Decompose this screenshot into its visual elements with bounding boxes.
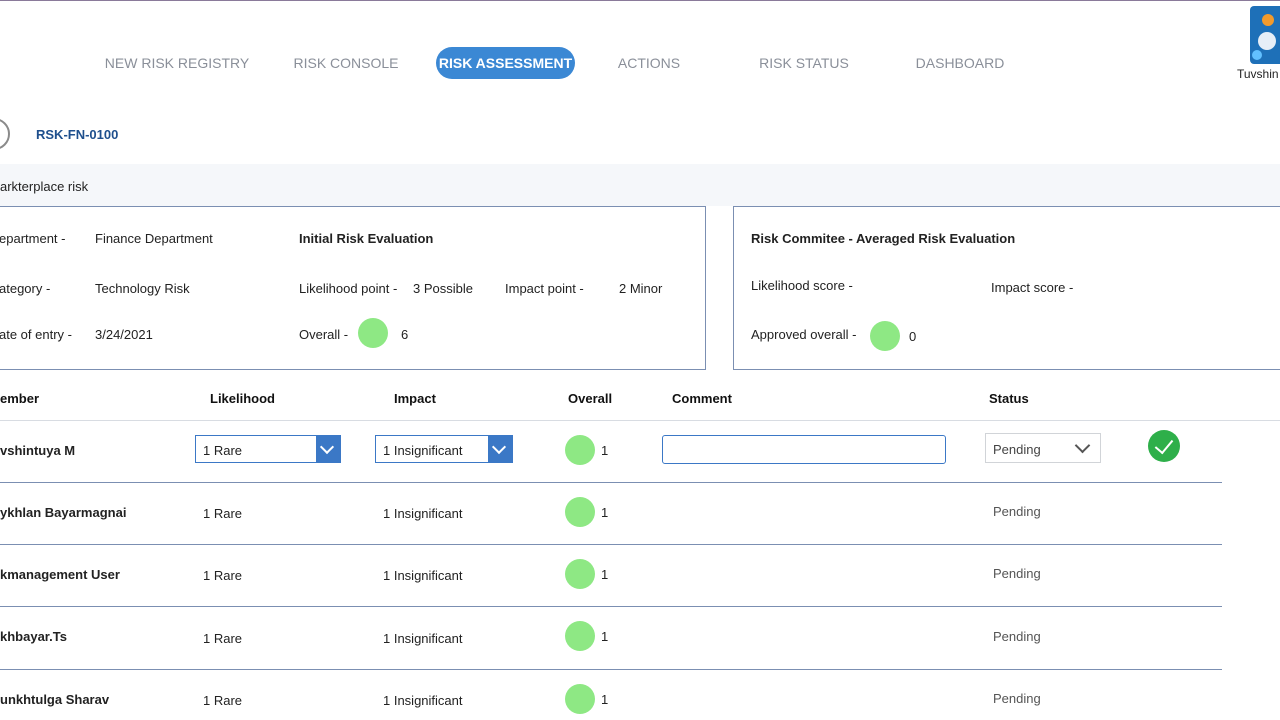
likelihood-value: 1 Rare [203,631,243,646]
user-avatar[interactable] [1250,6,1280,64]
status-value: Pending [993,691,1041,706]
approved-overall-label: Approved overall - [751,327,857,342]
committee-heading: Risk Commitee - Averaged Risk Evaluation [751,231,1016,246]
member-name: kmanagement User [0,567,120,582]
col-overall: Overall [568,391,613,406]
overall-score-indicator [565,684,595,714]
initial-evaluation-heading: Initial Risk Evaluation [299,231,434,246]
user-name: Tuvshin [1237,67,1279,81]
overall-score-indicator [565,497,595,527]
department-value: Finance Department [95,231,213,246]
overall-score-value: 1 [601,629,609,644]
risk-id: RSK-FN-0100 [36,127,119,142]
nav-risk-console[interactable]: RISK CONSOLE [290,47,402,79]
member-name: ykhlan Bayarmagnai [0,505,127,520]
nav-dashboard[interactable]: DASHBOARD [909,47,1011,79]
overall-score-value: 1 [601,443,609,458]
impact-point-value: 2 Minor [619,281,663,296]
date-value: 3/24/2021 [95,327,153,342]
member-name: khbayar.Ts [0,629,67,644]
approved-score-indicator [870,321,900,351]
col-likelihood: Likelihood [210,391,275,406]
likelihood-point-value: 3 Possible [413,281,473,296]
chevron-down-icon[interactable] [316,436,340,462]
impact-value: 1 Insignificant [383,568,463,583]
overall-score-value: 1 [601,692,609,707]
risk-title-bar [0,164,1280,206]
status-dropdown[interactable]: Pending [985,433,1101,463]
row-divider [0,482,1222,483]
back-button[interactable] [0,118,10,150]
impact-value: 1 Insignificant [383,506,463,521]
row-divider [0,669,1222,670]
likelihood-value: 1 Rare [203,568,243,583]
overall-label: Overall - [299,327,349,342]
date-label: ate of entry - [0,327,72,342]
status-value: Pending [993,566,1041,581]
impact-value: 1 Insignificant [383,693,463,708]
department-label: epartment - [0,231,66,246]
status-dropdown-value: Pending [993,442,1041,457]
likelihood-point-label: Likelihood point - [299,281,398,296]
nav-new-risk-registry[interactable]: NEW RISK REGISTRY [104,47,250,79]
committee-evaluation-panel: Risk Commitee - Averaged Risk Evaluation… [733,206,1280,370]
overall-score-value: 1 [601,567,609,582]
window-top-border [0,0,1280,1]
row-divider [0,544,1222,545]
table-header-divider [0,420,1280,421]
col-member: ember [0,391,40,406]
impact-dropdown-value: 1 Insignificant [383,443,463,458]
status-value: Pending [993,629,1041,644]
likelihood-score-label: Likelihood score - [751,278,853,293]
overall-score-indicator [565,621,595,651]
col-comment: Comment [672,391,732,406]
comment-input[interactable] [662,435,946,464]
overall-score-value: 1 [601,505,609,520]
status-value: Pending [993,504,1041,519]
overall-score-indicator [565,559,595,589]
overall-value: 6 [401,327,409,342]
overall-score-indicator [358,318,388,348]
nav-actions[interactable]: ACTIONS [610,47,688,79]
nav-risk-assessment[interactable]: RISK ASSESSMENT [436,47,575,79]
approve-check-button[interactable] [1148,430,1180,462]
impact-point-label: Impact point - [505,281,584,296]
initial-evaluation-panel: epartment - Finance Department ategory -… [0,206,706,370]
col-impact: Impact [394,391,436,406]
likelihood-value: 1 Rare [203,693,243,708]
member-name: vshintuya M [0,443,76,458]
likelihood-value: 1 Rare [203,506,243,521]
approved-overall-value: 0 [909,329,917,344]
overall-score-indicator [565,435,595,465]
impact-dropdown[interactable]: 1 Insignificant [375,435,513,463]
row-divider [0,606,1222,607]
category-label: ategory - [0,281,51,296]
likelihood-dropdown[interactable]: 1 Rare [195,435,341,463]
chevron-down-icon[interactable] [488,436,512,462]
risk-title: arkterplace risk [0,179,89,194]
nav-risk-status[interactable]: RISK STATUS [754,47,854,79]
category-value: Technology Risk [95,281,190,296]
member-name: unkhtulga Sharav [0,692,110,707]
impact-score-label: Impact score - [991,280,1074,295]
col-status: Status [989,391,1029,406]
likelihood-dropdown-value: 1 Rare [203,443,243,458]
chevron-down-icon[interactable] [1074,437,1091,454]
impact-value: 1 Insignificant [383,631,463,646]
